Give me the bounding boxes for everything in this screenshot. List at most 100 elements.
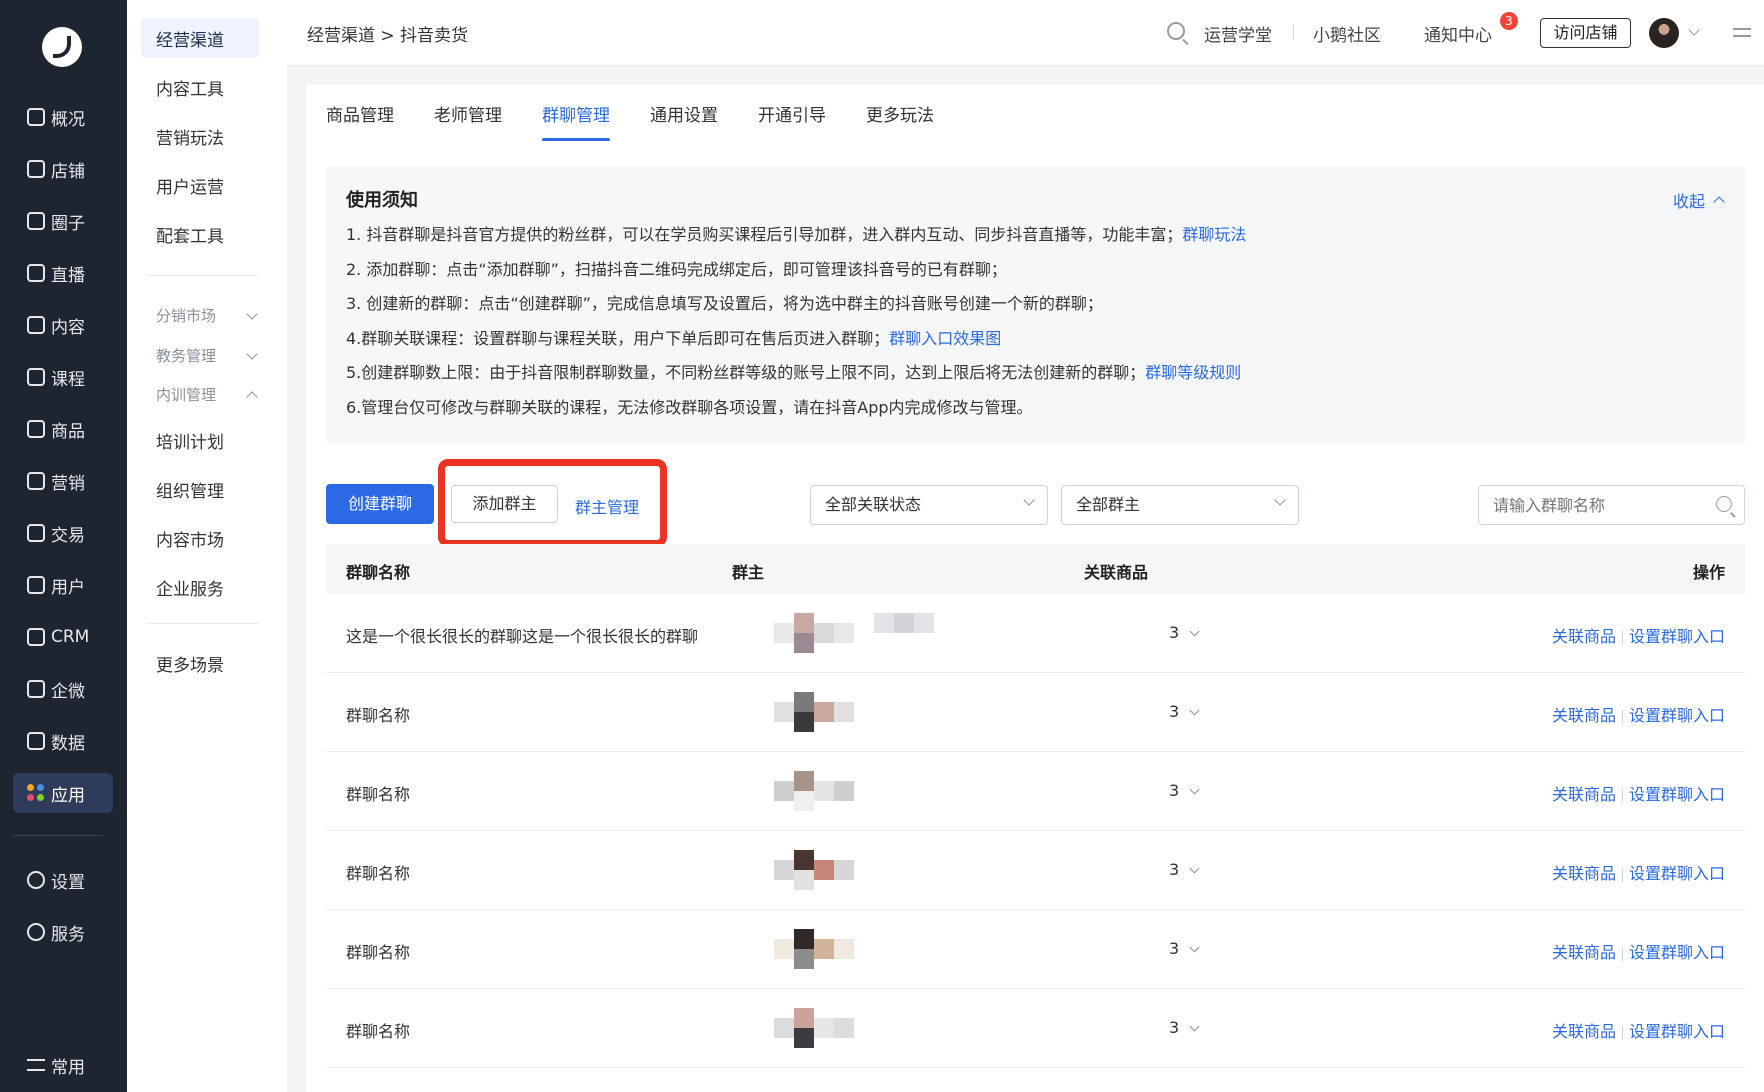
group-search-input[interactable] bbox=[1478, 485, 1745, 525]
nav-item-5[interactable]: 课程 bbox=[13, 357, 113, 397]
link-notification-center[interactable]: 通知中心 bbox=[1424, 21, 1492, 46]
set-entry-button[interactable]: 设置群聊入口 bbox=[1629, 1022, 1725, 1041]
set-entry-button[interactable]: 设置群聊入口 bbox=[1629, 943, 1725, 962]
nav-label: 设置 bbox=[51, 872, 85, 893]
submenu-item-3[interactable]: 用户运营 bbox=[141, 165, 259, 205]
set-entry-button[interactable]: 设置群聊入口 bbox=[1629, 627, 1725, 646]
notice-line: 2. 添加群聊：点击“添加群聊”，扫描抖音二维码完成绑定后，即可管理该抖音号的已… bbox=[346, 259, 1007, 279]
link-community[interactable]: 小鹅社区 bbox=[1313, 21, 1381, 46]
visit-store-button[interactable]: 访问店铺 bbox=[1540, 18, 1631, 48]
link-goods-button[interactable]: 关联商品 bbox=[1552, 706, 1616, 725]
link-status-select[interactable]: 全部关联状态 bbox=[810, 485, 1048, 525]
set-entry-button[interactable]: 设置群聊入口 bbox=[1629, 785, 1725, 804]
tab-2[interactable]: 群聊管理 bbox=[542, 85, 610, 147]
nav-item-11[interactable]: 企微 bbox=[13, 669, 113, 709]
submenu-training-item-2[interactable]: 内容市场 bbox=[141, 518, 259, 558]
notice-help-link[interactable]: 群聊入口效果图 bbox=[889, 329, 1001, 348]
add-owner-button[interactable]: 添加群主 bbox=[451, 485, 558, 523]
main-nav: 概况店铺圈子直播内容课程商品营销交易用户 CRM 企微数据应用 设置服务 常用 bbox=[0, 0, 127, 1092]
tab-0[interactable]: 商品管理 bbox=[326, 85, 394, 147]
col-header-owner: 群主 bbox=[732, 563, 765, 582]
nav-label: 应用 bbox=[51, 785, 85, 806]
owner-avatar-blurred bbox=[774, 613, 934, 655]
notice-help-link[interactable]: 群聊玩法 bbox=[1182, 225, 1246, 244]
link-goods-button[interactable]: 关联商品 bbox=[1552, 1022, 1616, 1041]
nav-item-10[interactable]: CRM bbox=[13, 617, 113, 657]
tab-5[interactable]: 更多玩法 bbox=[866, 85, 934, 147]
nav-item-6[interactable]: 商品 bbox=[13, 409, 113, 449]
nav-bottom-item-1[interactable]: 服务 bbox=[13, 912, 113, 952]
create-group-button[interactable]: 创建群聊 bbox=[326, 484, 434, 524]
chevron-down-icon bbox=[1189, 863, 1200, 874]
apps-icon bbox=[27, 784, 45, 802]
submenu-item-more[interactable]: 更多场景 bbox=[141, 643, 259, 683]
logo[interactable] bbox=[42, 27, 82, 67]
submenu-group-training[interactable]: 内训管理 bbox=[156, 384, 258, 405]
tab-1[interactable]: 老师管理 bbox=[434, 85, 502, 147]
collapse-button[interactable]: 收起 bbox=[1673, 188, 1725, 212]
avatar[interactable] bbox=[1649, 18, 1679, 48]
nav-item-0[interactable]: 概况 bbox=[13, 97, 113, 137]
data-icon bbox=[27, 732, 45, 750]
link-goods-button[interactable]: 关联商品 bbox=[1552, 864, 1616, 883]
live-icon bbox=[27, 264, 45, 282]
submenu-item-1[interactable]: 内容工具 bbox=[141, 67, 259, 107]
table-row: 群聊名称 3 关联商品 设置群聊入口 bbox=[326, 752, 1745, 831]
list-icon bbox=[27, 1059, 45, 1071]
user-icon bbox=[27, 576, 45, 594]
group-name: 群聊名称 bbox=[346, 864, 411, 883]
set-entry-button[interactable]: 设置群聊入口 bbox=[1629, 864, 1725, 883]
linked-goods-count[interactable]: 3 bbox=[1169, 1018, 1200, 1037]
row-operations: 关联商品 设置群聊入口 bbox=[1552, 781, 1725, 805]
link-goods-button[interactable]: 关联商品 bbox=[1552, 627, 1616, 646]
tab-3[interactable]: 通用设置 bbox=[650, 85, 718, 147]
tab-4[interactable]: 开通引导 bbox=[758, 85, 826, 147]
nav-item-2[interactable]: 圈子 bbox=[13, 201, 113, 241]
nav-label: 企微 bbox=[51, 681, 85, 702]
switch-icon[interactable] bbox=[1733, 25, 1751, 39]
search-icon[interactable] bbox=[1167, 22, 1185, 40]
owner-avatar-blurred bbox=[774, 692, 934, 734]
notice-help-link[interactable]: 群聊等级规则 bbox=[1145, 363, 1241, 382]
search-icon[interactable] bbox=[1716, 496, 1732, 512]
col-header-name: 群聊名称 bbox=[346, 563, 411, 582]
link-goods-button[interactable]: 关联商品 bbox=[1552, 785, 1616, 804]
set-entry-button[interactable]: 设置群聊入口 bbox=[1629, 706, 1725, 725]
nav-bottom-item-0[interactable]: 设置 bbox=[13, 860, 113, 900]
op-separator bbox=[1621, 1025, 1623, 1040]
nav-item-9[interactable]: 用户 bbox=[13, 565, 113, 605]
op-separator bbox=[1621, 709, 1623, 724]
nav-item-13[interactable]: 应用 bbox=[13, 773, 113, 813]
linked-goods-count[interactable]: 3 bbox=[1169, 623, 1200, 642]
nav-item-1[interactable]: 店铺 bbox=[13, 149, 113, 189]
owner-select[interactable]: 全部群主 bbox=[1061, 485, 1299, 525]
link-goods-button[interactable]: 关联商品 bbox=[1552, 943, 1616, 962]
nav-item-7[interactable]: 营销 bbox=[13, 461, 113, 501]
submenu-training-item-3[interactable]: 企业服务 bbox=[141, 567, 259, 607]
op-separator bbox=[1621, 630, 1623, 645]
linked-goods-count[interactable]: 3 bbox=[1169, 939, 1200, 958]
submenu-training-item-1[interactable]: 组织管理 bbox=[141, 469, 259, 509]
chevron-down-icon bbox=[1189, 784, 1200, 795]
linked-goods-count[interactable]: 3 bbox=[1169, 781, 1200, 800]
chevron-down-icon[interactable] bbox=[1688, 24, 1700, 36]
goods-icon bbox=[27, 420, 45, 438]
nav-label: CRM bbox=[51, 627, 90, 647]
nav-item-common[interactable]: 常用 bbox=[13, 1045, 113, 1085]
submenu-group-academic[interactable]: 教务管理 bbox=[156, 345, 258, 366]
nav-item-8[interactable]: 交易 bbox=[13, 513, 113, 553]
nav-label: 内容 bbox=[51, 317, 85, 338]
submenu-item-2[interactable]: 营销玩法 bbox=[141, 116, 259, 156]
owner-manage-button[interactable]: 群主管理 bbox=[575, 494, 639, 518]
chevron-up-icon bbox=[1713, 196, 1725, 208]
nav-item-3[interactable]: 直播 bbox=[13, 253, 113, 293]
linked-goods-count[interactable]: 3 bbox=[1169, 702, 1200, 721]
nav-item-4[interactable]: 内容 bbox=[13, 305, 113, 345]
link-ops-school[interactable]: 运营学堂 bbox=[1204, 21, 1272, 46]
submenu-item-0[interactable]: 经营渠道 bbox=[141, 18, 259, 58]
nav-item-12[interactable]: 数据 bbox=[13, 721, 113, 761]
submenu-group-distribution[interactable]: 分销市场 bbox=[156, 305, 258, 326]
linked-goods-count[interactable]: 3 bbox=[1169, 860, 1200, 879]
submenu-item-4[interactable]: 配套工具 bbox=[141, 214, 259, 254]
submenu-training-item-0[interactable]: 培训计划 bbox=[141, 420, 259, 460]
